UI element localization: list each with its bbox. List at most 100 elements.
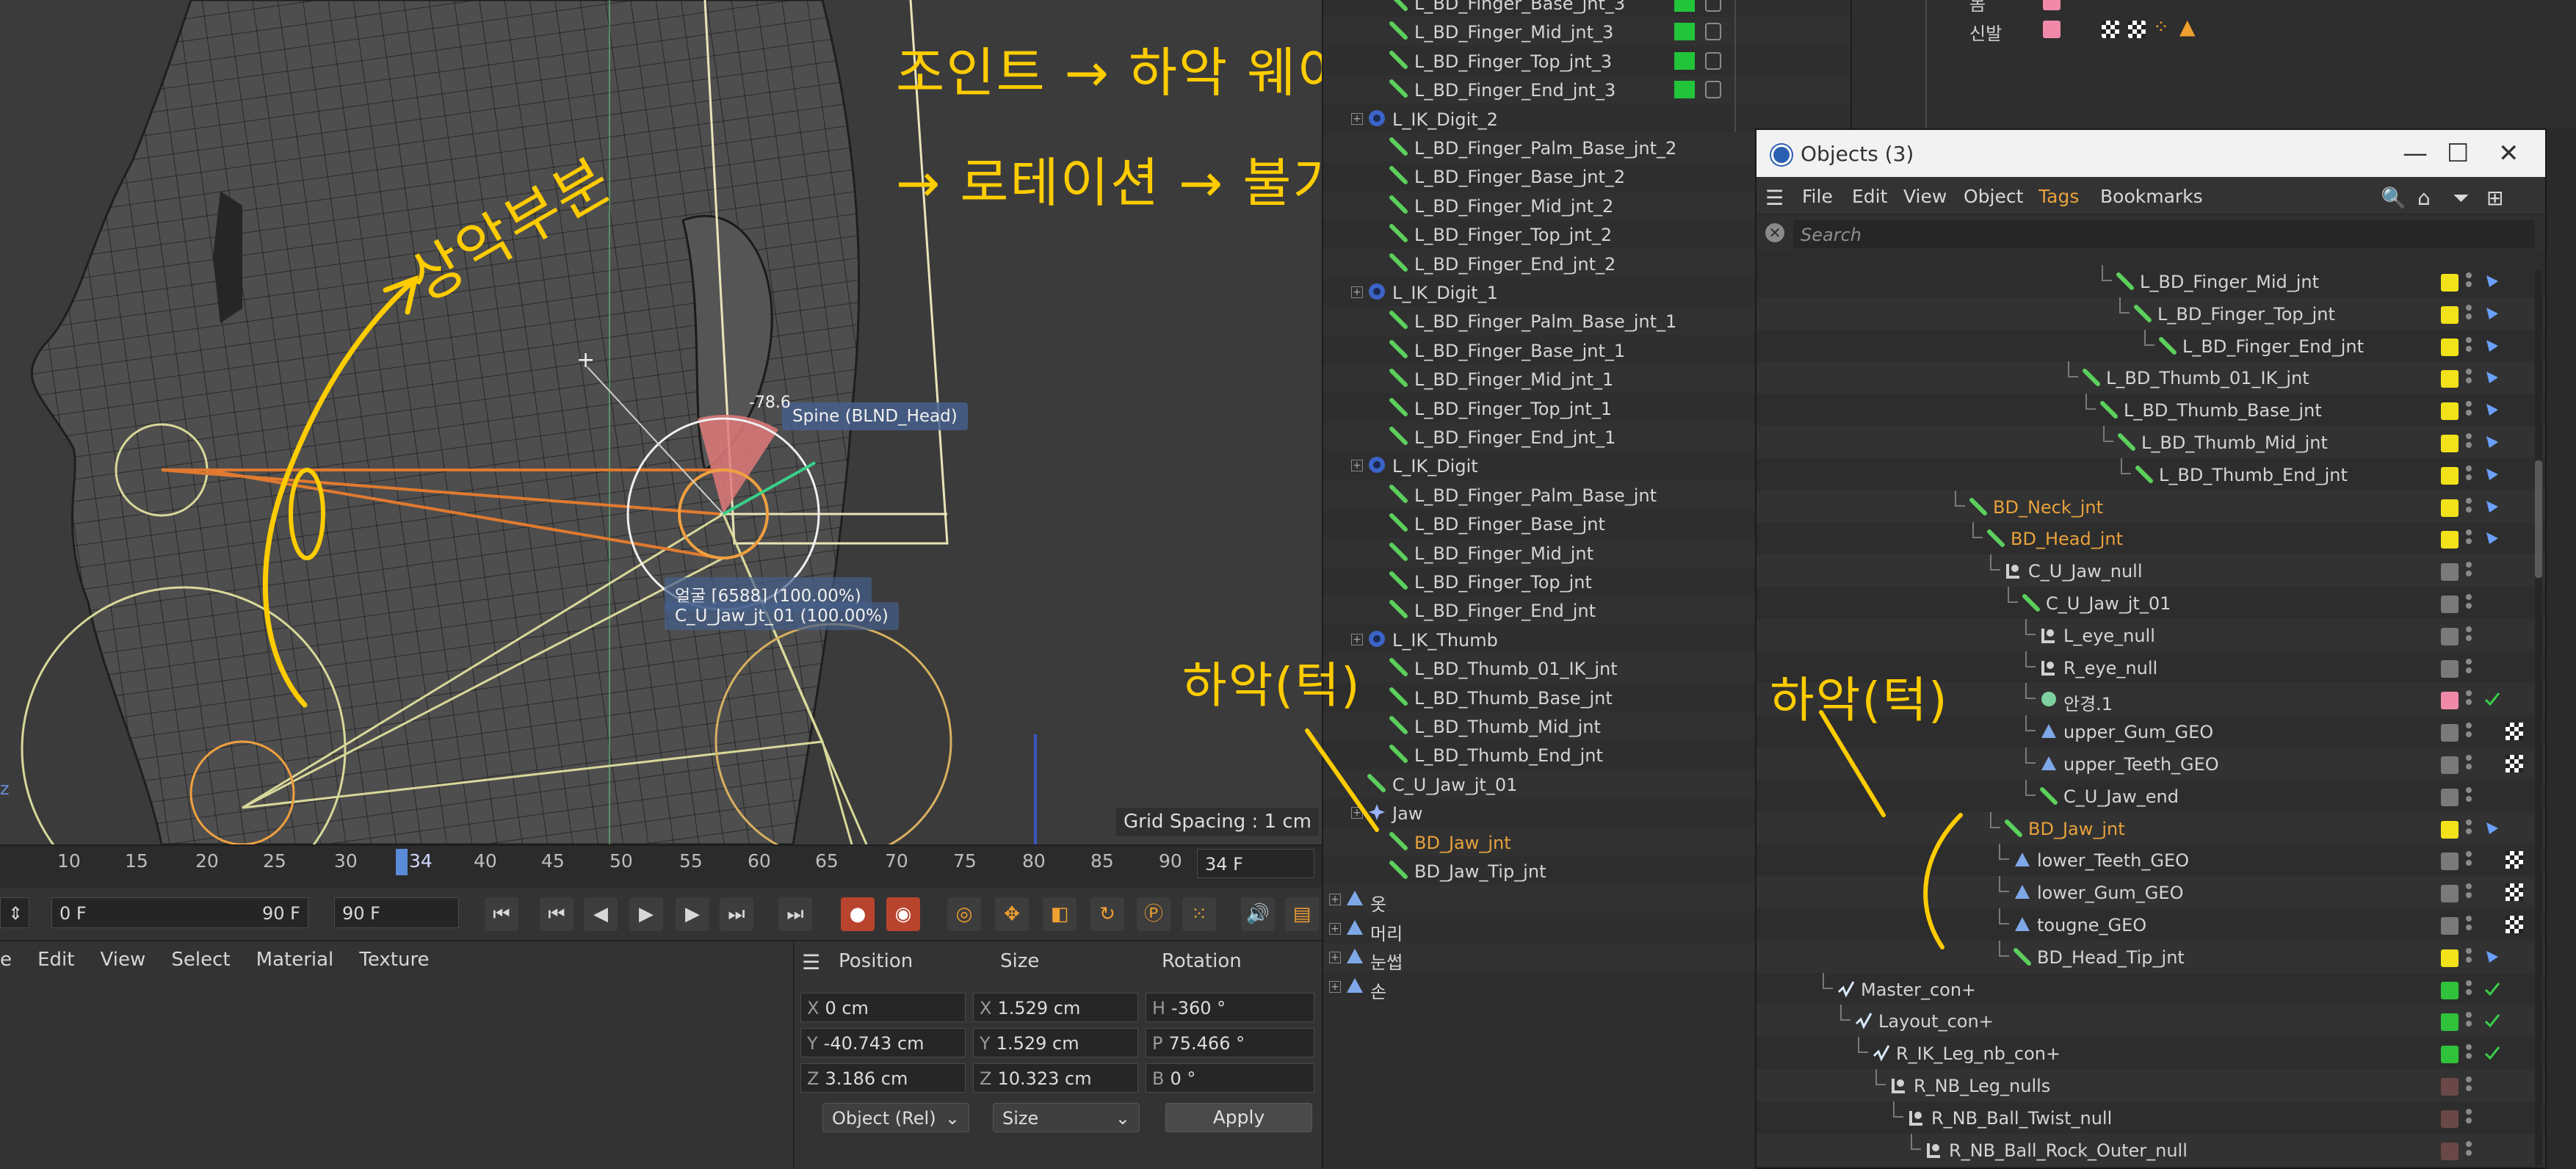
current-frame-field[interactable]: 34 F	[1197, 849, 1314, 878]
visibility-dots-icon[interactable]	[2466, 304, 2473, 324]
hamburger-icon[interactable]: ☰	[1765, 186, 1784, 210]
ik-tag-icon[interactable]	[2483, 272, 2501, 290]
ik-tag-icon[interactable]	[2483, 498, 2501, 515]
search-icon[interactable]: 🔍	[2381, 186, 2406, 210]
object-row[interactable]: Master_con+	[1756, 972, 2545, 1005]
object-row[interactable]: L_BD_Finger_Mid_jnt	[1756, 265, 2545, 297]
rotation-p-field[interactable]: P 75.466 °	[1146, 1028, 1314, 1057]
ik-tag-icon[interactable]	[2483, 819, 2501, 837]
object-row[interactable]: C_U_Jaw_null	[1756, 554, 2545, 587]
visibility-dots-icon[interactable]	[2466, 465, 2473, 485]
coordinate-mode-dropdown[interactable]: Object (Rel) ⌄	[822, 1103, 969, 1132]
display-tag-icon[interactable]: ⁘	[2153, 16, 2169, 38]
object-row[interactable]: L_BD_Thumb_Base_jnt	[1756, 394, 2545, 426]
ik-tag-icon[interactable]	[2483, 401, 2501, 419]
expand-toggle-icon[interactable]: +	[1351, 633, 1363, 645]
visibility-dots-icon[interactable]	[2466, 594, 2473, 613]
object-row[interactable]: C_U_Jaw_jt_01	[1756, 587, 2545, 619]
lock-icon[interactable]	[1705, 23, 1721, 41]
menu-file[interactable]: File	[1802, 186, 1833, 207]
enabled-check-icon[interactable]	[2483, 1012, 2501, 1029]
sound-icon[interactable]: 🔊	[1241, 897, 1275, 931]
scrollbar[interactable]	[2535, 269, 2542, 1165]
clear-search-icon[interactable]: ✕	[1765, 223, 1784, 242]
material-tag-icon[interactable]	[2506, 851, 2523, 869]
expand-toggle-icon[interactable]: +	[1329, 952, 1341, 964]
visibility-dots-icon[interactable]	[2466, 1140, 2473, 1160]
record-key-icon[interactable]: ●	[841, 897, 875, 931]
hierarchy-row[interactable]: L_BD_Finger_Base_jnt_3	[1323, 0, 1850, 17]
visibility-dots-icon[interactable]	[2466, 433, 2473, 452]
position-key-icon[interactable]: ✥	[995, 897, 1029, 931]
preview-range-field[interactable]: 0 F 90 F	[51, 897, 308, 928]
go-to-start-button[interactable]: ⏮	[485, 897, 518, 931]
visibility-dots-icon[interactable]	[2466, 947, 2473, 967]
lock-icon[interactable]	[1705, 81, 1721, 99]
menu-object[interactable]: Object	[1964, 186, 2023, 207]
object-row[interactable]: L_BD_Thumb_01_IK_jnt	[1756, 361, 2545, 394]
hierarchy-row[interactable]: L_BD_Finger_Mid_jnt_3	[1323, 17, 1850, 46]
expand-toggle-icon[interactable]: +	[1351, 112, 1363, 125]
ik-tag-icon[interactable]	[2483, 948, 2501, 966]
position-z-field[interactable]: Z 3.186 cm	[800, 1063, 966, 1093]
play-button[interactable]: ▶	[629, 897, 663, 931]
object-row[interactable]: R_NB_Ball_Rock_Outer_null	[1756, 1133, 2545, 1166]
previous-frame-button[interactable]: ◀	[584, 897, 618, 931]
material-tag-icon[interactable]	[2128, 21, 2146, 38]
timeline-ruler[interactable]: 10 15 20 25 30 34 40 45 50 55 60 65 70 7…	[0, 844, 1322, 888]
previous-key-button[interactable]: ⏮	[540, 897, 574, 931]
object-row[interactable]: R_IK_Leg_nb_con+	[1756, 1037, 2545, 1069]
visibility-dots-icon[interactable]	[2466, 529, 2473, 549]
material-menu-view[interactable]: View	[101, 949, 146, 971]
3d-viewport[interactable]: + z Spine (BLND_Head) -78.6 얼굴 [6588] (1…	[0, 0, 1322, 844]
lock-icon[interactable]	[1705, 0, 1721, 12]
enabled-check-icon[interactable]	[2483, 1044, 2501, 1062]
enabled-check-icon[interactable]	[2483, 690, 2501, 708]
frame-stepper[interactable]: ⇕	[0, 897, 29, 928]
visibility-dots-icon[interactable]	[2466, 690, 2473, 709]
hierarchy-row[interactable]: L_BD_Finger_End_jnt_3	[1323, 75, 1850, 104]
material-tag-icon[interactable]	[2506, 883, 2523, 902]
size-x-field[interactable]: X 1.529 cm	[973, 993, 1138, 1022]
expand-toggle-icon[interactable]: +	[1329, 894, 1341, 906]
scrollbar-thumb[interactable]	[2535, 460, 2542, 578]
list-item[interactable]: 신발	[1969, 19, 2002, 45]
playhead[interactable]	[396, 849, 408, 875]
next-frame-button[interactable]: ▶	[676, 897, 709, 931]
menu-view[interactable]: View	[1903, 186, 1947, 207]
visibility-dots-icon[interactable]	[2466, 369, 2473, 388]
expand-toggle-icon[interactable]: +	[1351, 286, 1363, 298]
keyframe-selection-icon[interactable]: ◎	[947, 897, 981, 931]
menu-tags[interactable]: Tags	[2038, 186, 2079, 207]
menu-icon[interactable]: ☰	[802, 950, 820, 974]
size-mode-dropdown[interactable]: Size ⌄	[993, 1103, 1140, 1132]
hierarchy-row[interactable]: L_BD_Finger_Top_jnt_3	[1323, 46, 1850, 75]
visibility-dots-icon[interactable]	[2466, 562, 2473, 581]
material-menu-select[interactable]: Select	[171, 949, 230, 971]
visibility-dots-icon[interactable]	[2466, 658, 2473, 678]
material-menu-material[interactable]: Material	[256, 949, 334, 971]
material-tag-icon[interactable]	[2102, 21, 2119, 38]
close-icon[interactable]: ✕	[2498, 139, 2519, 168]
minimize-icon[interactable]: —	[2403, 139, 2428, 168]
visibility-dots-icon[interactable]	[2466, 336, 2473, 356]
visibility-dots-icon[interactable]	[2466, 755, 2473, 774]
material-menu-texture[interactable]: Texture	[359, 949, 429, 971]
new-window-icon[interactable]: ⊞	[2486, 186, 2503, 210]
point-level-icon[interactable]: ⁙	[1182, 897, 1216, 931]
visibility-dots-icon[interactable]	[2466, 272, 2473, 292]
expand-toggle-icon[interactable]: +	[1351, 460, 1363, 472]
visibility-dots-icon[interactable]	[2466, 1012, 2473, 1031]
apply-button[interactable]: Apply	[1165, 1103, 1312, 1132]
visibility-dots-icon[interactable]	[2466, 819, 2473, 839]
material-tag-icon[interactable]	[2506, 916, 2523, 933]
list-item[interactable]: 몸	[1969, 0, 1986, 15]
size-y-field[interactable]: Y 1.529 cm	[973, 1028, 1138, 1057]
menu-bookmarks[interactable]: Bookmarks	[2100, 186, 2203, 207]
object-row[interactable]: L_eye_null	[1756, 618, 2545, 651]
visibility-dots-icon[interactable]	[2466, 1108, 2473, 1128]
object-row[interactable]: R_NB_Ball_Twist_null	[1756, 1101, 2545, 1134]
visibility-dots-icon[interactable]	[2466, 1044, 2473, 1063]
visibility-dots-icon[interactable]	[2466, 497, 2473, 517]
ik-tag-icon[interactable]	[2483, 369, 2501, 386]
